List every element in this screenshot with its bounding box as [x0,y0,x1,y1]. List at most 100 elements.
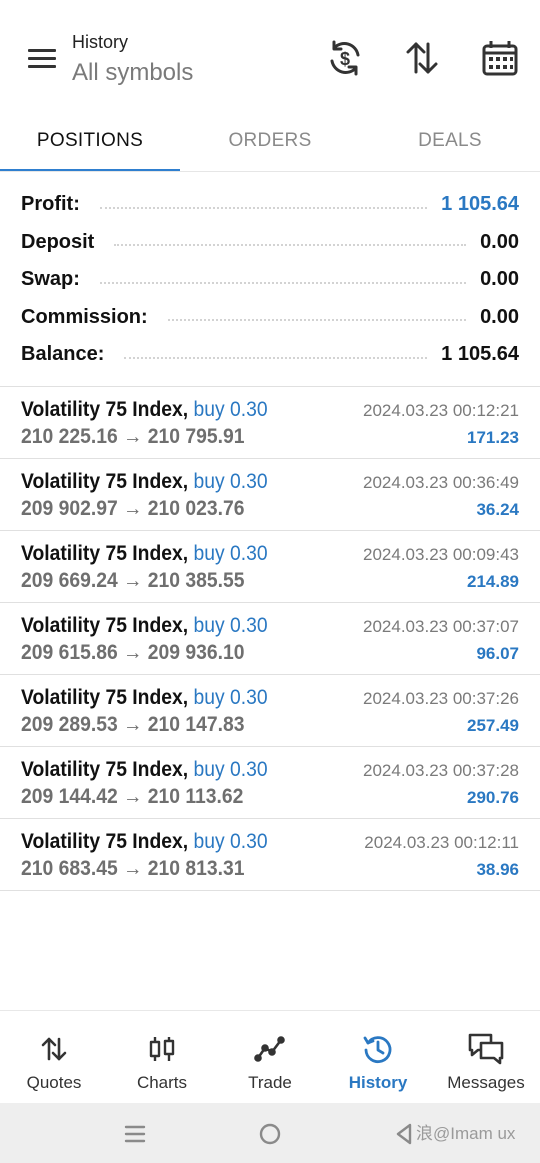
messages-icon [466,1031,506,1067]
summary-label: Commission: [21,305,148,328]
summary-row-commission: Commission: 0.00 [0,299,540,337]
sort-arrows-icon[interactable] [402,38,442,78]
nav-history[interactable]: History [324,1011,432,1104]
positions-list: Volatility 75 Index, buy 0.30 210 225.16… [0,387,540,891]
watermark: 浪@Imam ux [416,1124,516,1143]
list-item[interactable]: Volatility 75 Index, buy 0.30 209 289.53… [0,675,540,747]
summary-row-balance: Balance: 1 105.64 [0,336,540,374]
nav-messages[interactable]: Messages [432,1011,540,1104]
trade-side: buy 0.30 [193,470,268,493]
symbol-name: Volatility 75 Index, [21,542,189,565]
summary-label: Deposit [21,230,95,253]
account-summary: Profit: 1 105.64 Deposit 0.00 Swap: 0.00… [0,186,540,374]
summary-label: Swap: [21,268,80,291]
trade-side: buy 0.30 [193,686,268,709]
home-icon[interactable] [255,1119,285,1149]
trade-side: buy 0.30 [193,758,268,781]
trade-profit: 38.96 [476,860,519,879]
trade-profit: 36.24 [476,500,519,519]
trade-profit: 290.76 [467,788,519,807]
recent-apps-icon[interactable] [120,1119,150,1149]
symbol-name: Volatility 75 Index, [21,686,189,709]
tab-orders[interactable]: ORDERS [180,110,360,172]
price-range: 209 669.24 → 210 385.55 [21,569,245,592]
summary-row-deposit: Deposit 0.00 [0,224,540,262]
list-item[interactable]: Volatility 75 Index, buy 0.30 210 683.45… [0,819,540,891]
price-range: 209 289.53 → 210 147.83 [21,713,245,736]
symbol-line: Volatility 75 Index, buy 0.30 [21,398,268,422]
svg-text:$: $ [340,49,350,69]
trade-time: 2024.03.23 00:12:21 [363,401,519,420]
currency-exchange-icon[interactable]: $ [325,38,365,78]
nav-charts[interactable]: Charts [108,1011,216,1104]
trade-side: buy 0.30 [193,614,268,637]
symbol-name: Volatility 75 Index, [21,758,189,781]
list-item[interactable]: Volatility 75 Index, buy 0.30 209 144.42… [0,747,540,819]
nav-label: History [348,1073,408,1092]
tab-deals[interactable]: DEALS [360,110,540,172]
summary-value: 1 105.64 [441,193,519,216]
trade-profit: 171.23 [467,428,519,447]
symbol-name: Volatility 75 Index, [21,470,189,493]
summary-label: Balance: [21,343,105,366]
page-title: History [72,32,129,52]
quotes-icon [34,1031,74,1067]
price-range: 209 615.86 → 209 936.10 [21,641,245,664]
trade-profit: 214.89 [467,572,519,591]
dotted-leader [124,356,428,359]
symbol-line: Volatility 75 Index, buy 0.30 [21,614,268,638]
dotted-leader [167,319,467,322]
trade-time: 2024.03.23 00:12:11 [364,833,519,852]
calendar-icon[interactable] [480,38,520,78]
tabs-divider [0,171,540,172]
summary-label: Profit: [21,193,80,216]
nav-label: Charts [136,1073,188,1092]
symbol-line: Volatility 75 Index, buy 0.30 [21,830,268,854]
nav-quotes[interactable]: Quotes [0,1011,108,1104]
dotted-leader [99,281,467,284]
summary-row-swap: Swap: 0.00 [0,261,540,299]
summary-value: 0.00 [480,305,519,328]
list-item[interactable]: Volatility 75 Index, buy 0.30 209 615.86… [0,603,540,675]
trade-profit: 96.07 [476,644,519,663]
trade-side: buy 0.30 [193,830,268,853]
trade-time: 2024.03.23 00:37:28 [363,761,519,780]
nav-trade[interactable]: Trade [216,1011,324,1104]
dotted-leader [114,244,467,247]
list-item[interactable]: Volatility 75 Index, buy 0.30 209 902.97… [0,459,540,531]
nav-label: Trade [248,1073,292,1092]
price-range: 210 683.45 → 210 813.31 [21,857,245,880]
app-header: History All symbols $ [0,0,540,110]
summary-row-profit: Profit: 1 105.64 [0,186,540,224]
symbol-name: Volatility 75 Index, [21,614,189,637]
dotted-leader [99,206,428,209]
list-item[interactable]: Volatility 75 Index, buy 0.30 209 669.24… [0,531,540,603]
history-tabs: POSITIONS ORDERS DEALS [0,110,540,172]
summary-value: 1 105.64 [441,343,519,366]
symbol-name: Volatility 75 Index, [21,830,189,853]
history-icon [358,1031,398,1067]
trade-side: buy 0.30 [193,398,268,421]
symbol-name: Volatility 75 Index, [21,398,189,421]
summary-value: 0.00 [480,268,519,291]
menu-icon[interactable] [26,46,58,70]
bottom-navigation: Quotes Charts Trade History Messages [0,1010,540,1103]
list-item[interactable]: Volatility 75 Index, buy 0.30 210 225.16… [0,387,540,459]
trade-profit: 257.49 [467,716,519,735]
trade-time: 2024.03.23 00:36:49 [363,473,519,492]
trade-time: 2024.03.23 00:37:07 [363,617,519,636]
tab-positions[interactable]: POSITIONS [0,110,180,172]
nav-label: Messages [447,1073,525,1092]
price-range: 209 902.97 → 210 023.76 [21,497,245,520]
trade-side: buy 0.30 [193,542,268,565]
nav-label: Quotes [26,1073,82,1092]
price-range: 210 225.16 → 210 795.91 [21,425,245,448]
summary-value: 0.00 [480,230,519,253]
symbol-line: Volatility 75 Index, buy 0.30 [21,758,268,782]
charts-icon [142,1031,182,1067]
symbol-line: Volatility 75 Index, buy 0.30 [21,470,268,494]
symbol-filter[interactable]: All symbols [72,59,193,87]
symbol-line: Volatility 75 Index, buy 0.30 [21,542,268,566]
trade-time: 2024.03.23 00:37:26 [363,689,519,708]
symbol-line: Volatility 75 Index, buy 0.30 [21,686,268,710]
